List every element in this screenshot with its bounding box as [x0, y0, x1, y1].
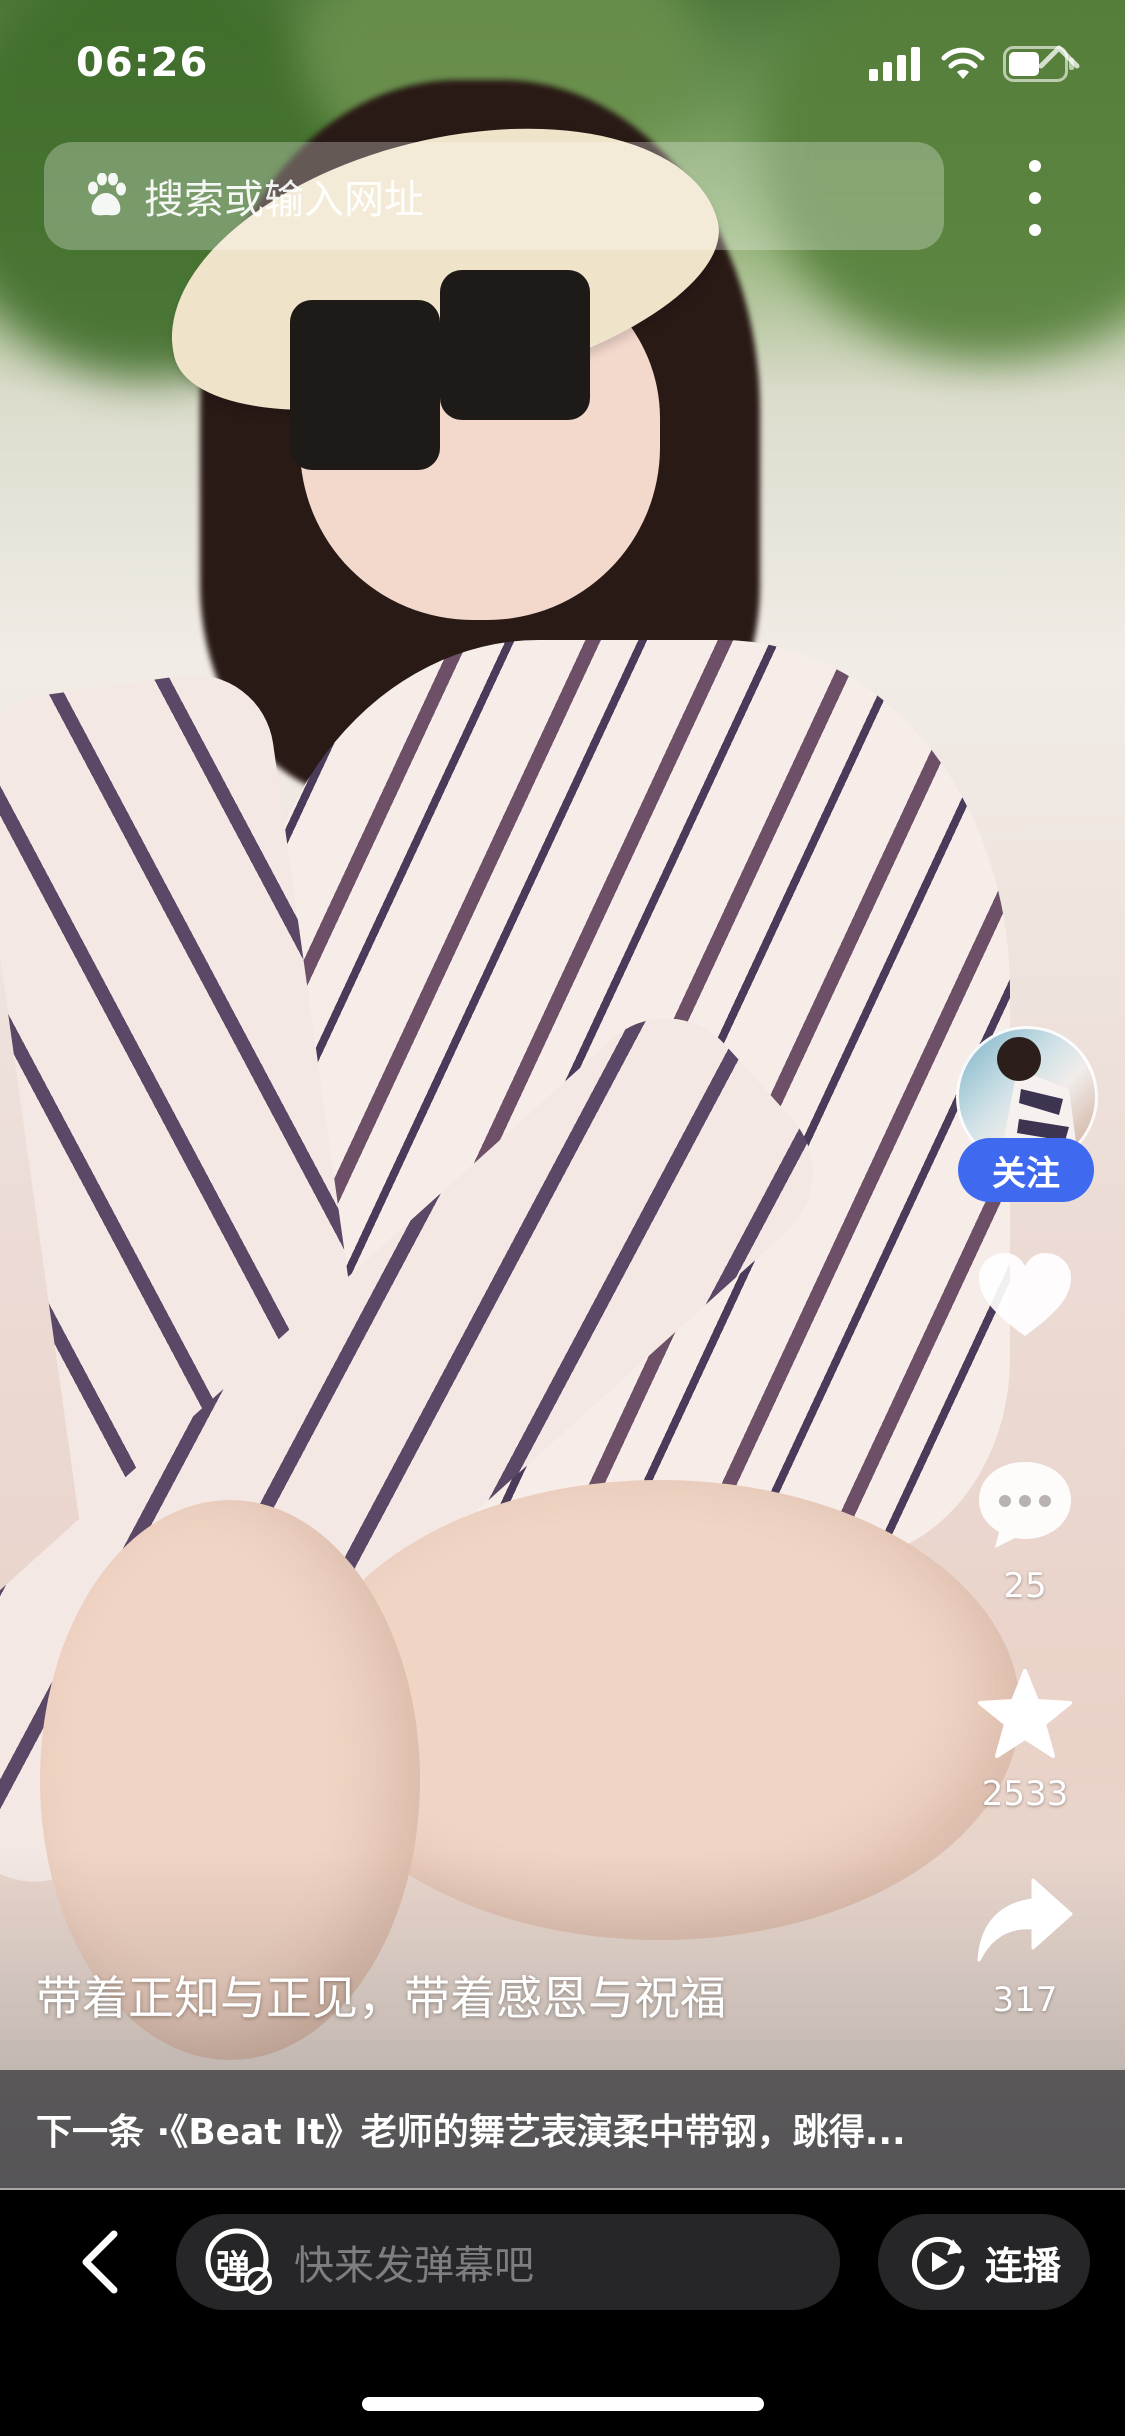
more-vertical-icon[interactable]: [1010, 160, 1060, 236]
search-bar[interactable]: 搜索或输入网址: [44, 142, 944, 250]
share-button[interactable]: [972, 1876, 1078, 1964]
cellular-signal-icon: [869, 47, 920, 81]
autoplay-icon: [912, 2236, 965, 2290]
share-arrow-icon: [977, 1878, 1073, 1962]
video-player-screen: 06:26 搜索或输入网址 关注 25 2533 317 带着正知与正见，带着感…: [0, 0, 1125, 2436]
favorite-count: 2533: [981, 1774, 1069, 1814]
status-time: 06:26: [76, 40, 209, 86]
danmu-badge-label: 弹: [216, 2248, 250, 2288]
comment-count: 25: [1003, 1566, 1047, 1606]
autoplay-label: 连播: [984, 2243, 1061, 2288]
video-caption: 带着正知与正见，带着感恩与祝福: [36, 1971, 726, 2025]
share-count: 317: [992, 1980, 1058, 2020]
wifi-icon: [941, 47, 985, 79]
like-button[interactable]: [972, 1250, 1078, 1340]
favorite-button[interactable]: [972, 1668, 1078, 1760]
comment-button[interactable]: [972, 1458, 1078, 1550]
danmu-input[interactable]: 弹 快来发弹幕吧: [176, 2214, 840, 2310]
star-icon: [978, 1669, 1072, 1758]
home-indicator[interactable]: [362, 2397, 764, 2411]
next-video-title: 下一条 ·《Beat It》老师的舞艺表演柔中带钢，跳得...: [36, 2112, 906, 2153]
next-video-bar[interactable]: 下一条 ·《Beat It》老师的舞艺表演柔中带钢，跳得...: [0, 2070, 1125, 2188]
autoplay-button[interactable]: 连播: [878, 2214, 1090, 2310]
follow-button[interactable]: 关注: [958, 1138, 1094, 1202]
heart-icon: [979, 1253, 1071, 1336]
baidu-paw-icon: [88, 173, 126, 216]
chevron-left-icon: [82, 2230, 118, 2294]
chevron-up-icon[interactable]: [1037, 42, 1081, 70]
danmu-placeholder: 快来发弹幕吧: [294, 2243, 534, 2289]
search-placeholder: 搜索或输入网址: [144, 177, 424, 223]
danmu-toggle-icon[interactable]: 弹: [204, 2227, 274, 2297]
back-button[interactable]: [70, 2228, 130, 2296]
comment-icon: [979, 1462, 1071, 1548]
